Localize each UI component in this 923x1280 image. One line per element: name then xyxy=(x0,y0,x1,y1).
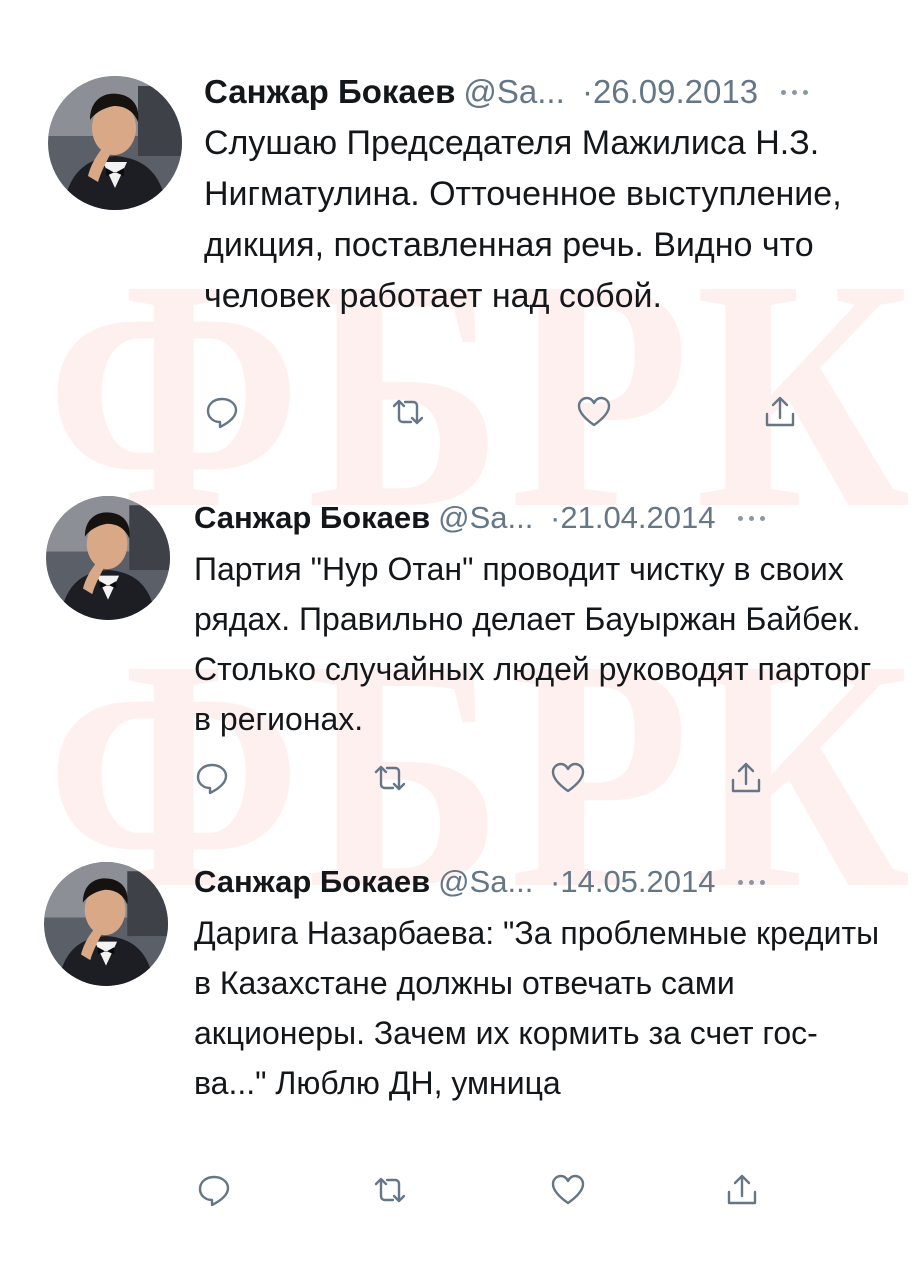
share-icon[interactable] xyxy=(728,760,764,796)
more-dots-icon[interactable] xyxy=(781,90,811,98)
tweet[interactable]: Санжар Бокаев @Sa... ·26.09.2013 Слушаю П… xyxy=(0,60,923,450)
more-dots-icon[interactable] xyxy=(738,515,768,524)
tweet-date[interactable]: 26.09.2013 xyxy=(593,73,758,110)
share-icon[interactable] xyxy=(762,394,798,430)
heart-icon[interactable] xyxy=(576,394,612,430)
author-name[interactable]: Санжар Бокаев xyxy=(204,73,455,110)
separator: · xyxy=(581,73,593,110)
tweet-text: Дарига Назарбаева: "За проблемные кредит… xyxy=(194,915,880,1101)
avatar[interactable] xyxy=(48,76,182,210)
author-handle[interactable]: @Sa... xyxy=(463,73,564,110)
tweet[interactable]: Санжар Бокаев @Sa... ·14.05.2014 Дарига Н… xyxy=(0,850,923,1230)
share-icon[interactable] xyxy=(724,1172,760,1208)
tweet-actions xyxy=(194,760,794,800)
reply-icon[interactable] xyxy=(204,394,240,430)
tweet-text: Слушаю Председателя Мажилиса Н.З. Нигмат… xyxy=(204,124,842,315)
heart-icon[interactable] xyxy=(550,1172,586,1208)
tweet-header: Санжар Бокаев @Sa... ·21.04.2014 xyxy=(194,496,923,540)
reply-icon[interactable] xyxy=(196,1172,232,1208)
retweet-icon[interactable] xyxy=(372,760,408,796)
tweet-text: Партия "Нур Отан" проводит чистку в свои… xyxy=(194,551,872,737)
author-handle[interactable]: @Sa... xyxy=(438,500,533,535)
tweet-actions xyxy=(204,394,824,434)
author-name[interactable]: Санжар Бокаев xyxy=(194,500,430,535)
heart-icon[interactable] xyxy=(550,760,586,796)
author-handle[interactable]: @Sa... xyxy=(438,864,533,899)
tweet-header: Санжар Бокаев @Sa... ·14.05.2014 xyxy=(194,860,923,904)
avatar[interactable] xyxy=(44,862,168,986)
retweet-icon[interactable] xyxy=(390,394,426,430)
more-dots-icon[interactable] xyxy=(738,879,768,888)
separator: · xyxy=(550,864,561,899)
separator: · xyxy=(550,500,561,535)
tweet-date[interactable]: 14.05.2014 xyxy=(560,864,715,899)
tweet-header: Санжар Бокаев @Sa... ·26.09.2013 xyxy=(204,70,923,114)
tweet[interactable]: Санжар Бокаев @Sa... ·21.04.2014 Партия "… xyxy=(0,486,923,816)
avatar[interactable] xyxy=(46,496,170,620)
tweet-date[interactable]: 21.04.2014 xyxy=(560,500,715,535)
reply-icon[interactable] xyxy=(194,760,230,796)
author-name[interactable]: Санжар Бокаев xyxy=(194,864,430,899)
retweet-icon[interactable] xyxy=(372,1172,408,1208)
tweet-actions xyxy=(196,1172,796,1212)
